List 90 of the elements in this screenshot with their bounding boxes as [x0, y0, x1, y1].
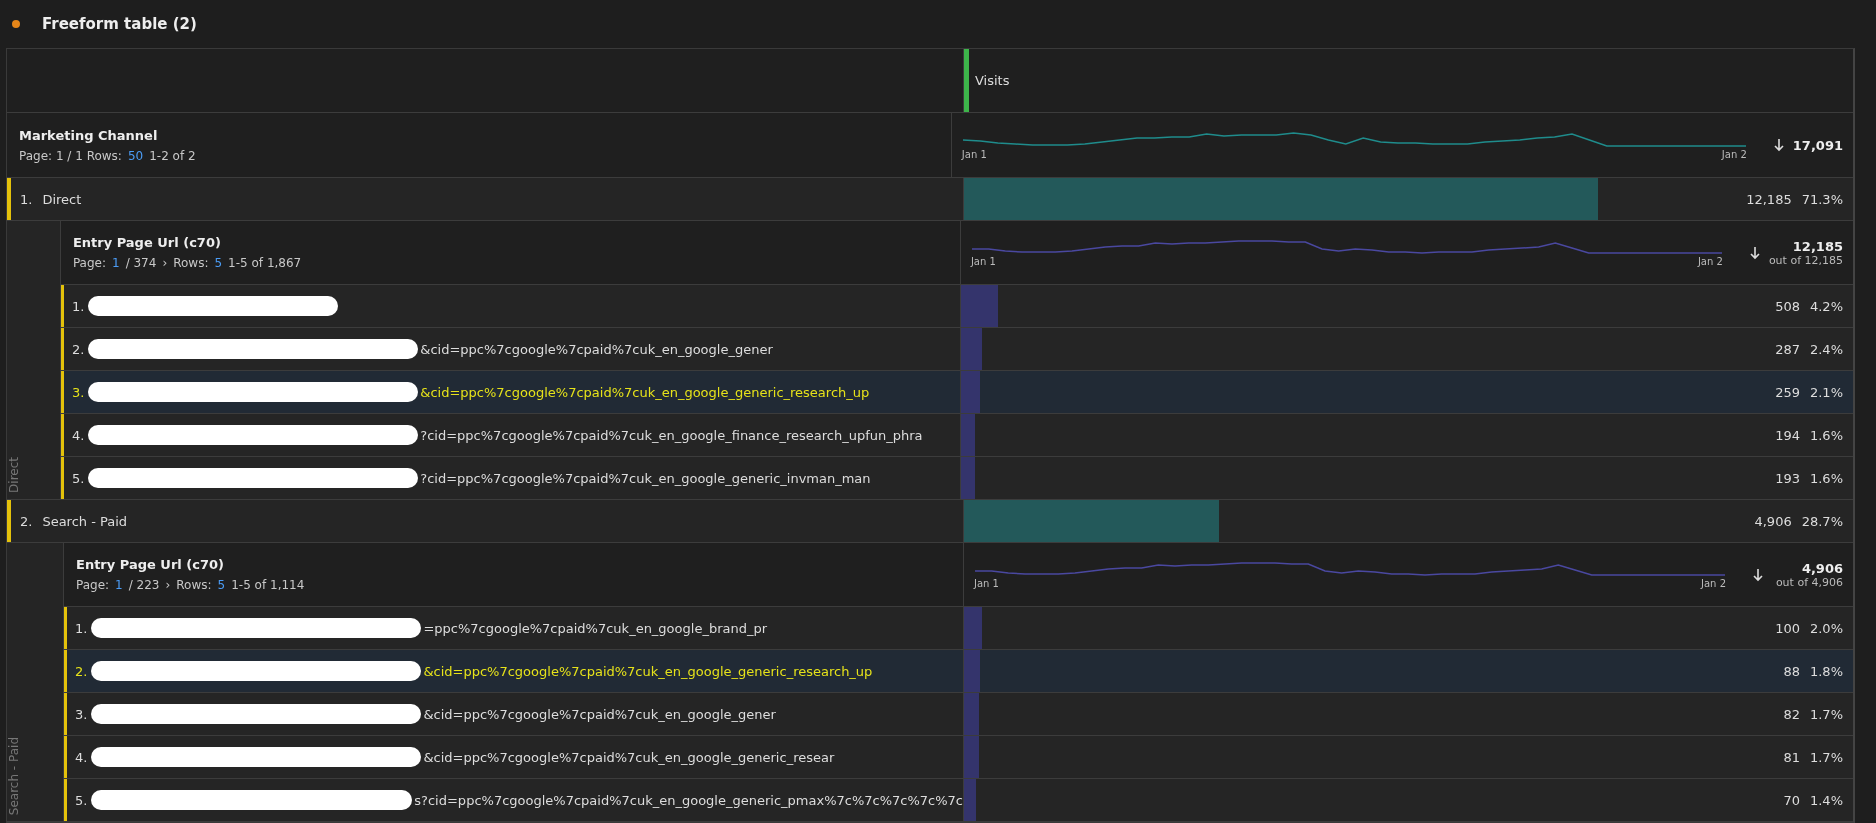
pager-label: Page:	[76, 578, 110, 592]
page-total: / 223	[128, 578, 160, 592]
metric-percent: 1.7%	[1809, 749, 1843, 765]
metric-percent: 1.4%	[1809, 792, 1843, 808]
row-label[interactable]: &cid=ppc%7cgoogle%7cpaid%7cuk_en_google_generic_resear	[423, 749, 835, 765]
metric-percent: 28.7%	[1801, 513, 1843, 529]
metric-percent: 2.0%	[1809, 620, 1843, 636]
row-index: 2.	[20, 513, 33, 529]
table-row[interactable]: 3. &cid=ppc%7cgoogle%7cpaid%7cuk_en_google_gener 82 1.7%	[64, 693, 1853, 736]
metric-value: 4,906	[1754, 513, 1792, 529]
column-header[interactable]: Visits	[975, 73, 1010, 88]
metric-value: 508	[1775, 298, 1800, 314]
metric-value: 81	[1783, 749, 1800, 765]
metric-value: 287	[1775, 341, 1800, 357]
dimension-name: Marketing Channel	[19, 127, 159, 143]
total-value: 4,906	[1801, 560, 1843, 576]
metric-value: 193	[1775, 470, 1800, 486]
row-index: 2.	[71, 341, 85, 357]
row-label[interactable]: &cid=ppc%7cgoogle%7cpaid%7cuk_en_google_generic_research_up	[423, 663, 873, 679]
rows-per-page-link[interactable]: 5	[214, 256, 223, 270]
table-row[interactable]: 3. &cid=ppc%7cgoogle%7cpaid%7cuk_en_google_generic_research_up 259 2.1%	[60, 371, 1853, 414]
axis-label: Jan 2	[1701, 578, 1726, 589]
page-total: / 374	[125, 256, 157, 270]
row-label[interactable]: &cid=ppc%7cgoogle%7cpaid%7cuk_en_google_gener	[420, 341, 773, 357]
pager-label: Page: 1 / 1 Rows:	[19, 148, 122, 163]
range-label: 1-5 of 1,114	[231, 578, 305, 592]
row-label[interactable]: Search - Paid	[42, 513, 128, 529]
metric-percent: 1.8%	[1809, 663, 1843, 679]
row-label[interactable]: Direct	[42, 191, 82, 207]
metric-percent: 2.1%	[1809, 384, 1843, 400]
axis-label: Jan 2	[1721, 148, 1747, 160]
metric-value: 100	[1775, 620, 1800, 636]
table-row[interactable]: 5. s?cid=ppc%7cgoogle%7cpaid%7cuk_en_google_generic_pmax%7c%7c%7c%7c%7c 70 1.4%	[64, 779, 1853, 821]
metric-percent: 1.7%	[1809, 706, 1843, 722]
metric-percent: 1.6%	[1809, 427, 1843, 443]
rows-per-page-link[interactable]: 50	[127, 148, 144, 163]
metric-value: 70	[1783, 792, 1800, 808]
table-row[interactable]: 4. &cid=ppc%7cgoogle%7cpaid%7cuk_en_google_generic_resear 81 1.7%	[64, 736, 1853, 779]
row-index: 1.	[75, 620, 88, 636]
total-value: 12,185	[1792, 238, 1843, 254]
side-label: Search - Paid	[7, 736, 21, 815]
row-index: 1.	[20, 191, 33, 207]
row-label[interactable]: ?cid=ppc%7cgoogle%7cpaid%7cuk_en_google_generic_invman_man	[420, 470, 871, 486]
range-label: 1-5 of 1,867	[228, 256, 302, 270]
metric-value: 12,185	[1746, 191, 1792, 207]
row-index: 4.	[75, 749, 88, 765]
side-label: Direct	[7, 457, 21, 493]
row-index: 3.	[71, 384, 85, 400]
page-number-link[interactable]: 1	[112, 256, 120, 270]
table-row[interactable]: 1. 508 4.2%	[60, 285, 1853, 328]
metric-percent: 1.6%	[1809, 470, 1843, 486]
axis-label: Jan 2	[1697, 256, 1723, 267]
metric-percent: 4.2%	[1809, 298, 1843, 314]
pager-label: Rows:	[176, 578, 212, 592]
total-value: 17,091	[1792, 137, 1843, 153]
row-label[interactable]: &cid=ppc%7cgoogle%7cpaid%7cuk_en_google_generic_research_up	[420, 384, 870, 400]
rows-per-page-link[interactable]: 5	[217, 578, 226, 592]
dimension-name: Entry Page Url (c70)	[76, 557, 225, 572]
range-label: 1-2 of 2	[149, 148, 196, 163]
metric-value: 88	[1783, 663, 1800, 679]
total-note: out of 12,185	[1768, 253, 1843, 267]
row-index: 1.	[71, 298, 85, 314]
row-label[interactable]: =ppc%7cgoogle%7cpaid%7cuk_en_google_brand_pr	[423, 620, 768, 636]
table-row[interactable]: 5. ?cid=ppc%7cgoogle%7cpaid%7cuk_en_google_generic_invman_man 193 1.6%	[60, 457, 1853, 499]
table-row[interactable]: 2. &cid=ppc%7cgoogle%7cpaid%7cuk_en_google_generic_research_up 88 1.8%	[64, 650, 1853, 693]
metric-value: 259	[1775, 384, 1800, 400]
page-number-link[interactable]: 1	[115, 578, 123, 592]
row-index: 4.	[71, 427, 85, 443]
metric-percent: 71.3%	[1801, 191, 1843, 207]
metric-value: 82	[1783, 706, 1800, 722]
total-note: out of 4,906	[1775, 575, 1843, 589]
pager-label: Rows:	[173, 256, 209, 270]
next-page-link[interactable]: ›	[162, 256, 168, 270]
panel-title: Freeform table (2)	[42, 15, 197, 33]
row-index: 2.	[75, 663, 88, 679]
axis-label: Jan 1	[974, 578, 999, 589]
row-index: 5.	[71, 470, 85, 486]
next-page-link[interactable]: ›	[165, 578, 171, 592]
axis-label: Jan 1	[961, 148, 987, 160]
axis-label: Jan 1	[970, 256, 996, 267]
pager-label: Page:	[72, 256, 106, 270]
dimension-name: Entry Page Url (c70)	[72, 235, 222, 250]
table-row[interactable]: 4. ?cid=ppc%7cgoogle%7cpaid%7cuk_en_google_finance_research_upfun_phra 194 1.6%	[60, 414, 1853, 457]
row-index: 3.	[75, 706, 88, 722]
metric-percent: 2.4%	[1809, 341, 1843, 357]
row-index: 5.	[75, 792, 88, 808]
metric-value: 194	[1775, 427, 1800, 443]
row-label[interactable]: &cid=ppc%7cgoogle%7cpaid%7cuk_en_google_gener	[423, 706, 776, 722]
row-label[interactable]: ?cid=ppc%7cgoogle%7cpaid%7cuk_en_google_finance_research_upfun_phra	[420, 427, 923, 443]
row-label[interactable]: s?cid=ppc%7cgoogle%7cpaid%7cuk_en_google_generic_pmax%7c%7c%7c%7c%7c	[414, 792, 963, 808]
